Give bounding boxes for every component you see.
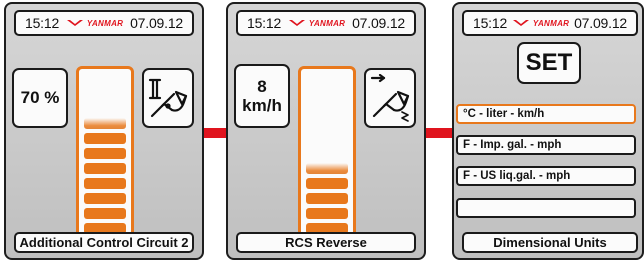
status-bar: 15:12 YANMAR 07.09.12 bbox=[236, 10, 416, 36]
brand-logo: YANMAR bbox=[288, 18, 345, 28]
clock-time: 15:12 bbox=[25, 15, 60, 31]
unit-option-imperial[interactable]: F - Imp. gal. - mph bbox=[456, 135, 636, 155]
gauge-segment bbox=[306, 178, 348, 189]
display-panel-dimensional-units: 15:12 YANMAR 07.09.12 SET °C - liter - k… bbox=[452, 2, 644, 260]
gauge-segment bbox=[84, 178, 126, 189]
status-bar: 15:12 YANMAR 07.09.12 bbox=[462, 10, 638, 36]
gauge-segment bbox=[84, 118, 126, 129]
clock-time: 15:12 bbox=[247, 15, 282, 31]
level-gauge bbox=[76, 66, 134, 252]
yanmar-wing-icon bbox=[66, 20, 83, 26]
level-gauge bbox=[298, 66, 356, 252]
percent-value: 70 % bbox=[20, 88, 60, 107]
speed-unit: km/h bbox=[242, 96, 282, 115]
gauge-segment bbox=[84, 208, 126, 219]
function-label: RCS Reverse bbox=[236, 232, 416, 253]
brand-logo: YANMAR bbox=[512, 18, 569, 28]
brand-logo: YANMAR bbox=[66, 18, 123, 28]
additional-circuit-2-icon bbox=[148, 78, 188, 118]
gauge-segment bbox=[84, 133, 126, 144]
date: 07.09.12 bbox=[130, 15, 183, 31]
speed-value-box: 8 km/h bbox=[234, 64, 290, 128]
function-label: Dimensional Units bbox=[462, 232, 638, 253]
date: 07.09.12 bbox=[352, 15, 405, 31]
gauge-segment bbox=[84, 148, 126, 159]
clock-time: 15:12 bbox=[473, 15, 508, 31]
yanmar-wing-icon bbox=[288, 20, 305, 26]
status-bar: 15:12 YANMAR 07.09.12 bbox=[14, 10, 194, 36]
connector-line bbox=[204, 128, 226, 138]
function-icon-box bbox=[142, 68, 194, 128]
set-button[interactable]: SET bbox=[517, 42, 581, 84]
percent-value-box: 70 % bbox=[12, 68, 68, 128]
display-panel-rcs-reverse: 15:12 YANMAR 07.09.12 8 km/h RCS Reverse bbox=[226, 2, 426, 260]
gauge-segment bbox=[306, 208, 348, 219]
gauge-segment bbox=[84, 163, 126, 174]
gauge-segment bbox=[306, 163, 348, 174]
date: 07.09.12 bbox=[574, 15, 627, 31]
display-panel-additional-circuit: 15:12 YANMAR 07.09.12 70 % Additional Co… bbox=[4, 2, 204, 260]
gauge-segment bbox=[84, 193, 126, 204]
rcs-reverse-icon bbox=[370, 74, 410, 122]
function-label: Additional Control Circuit 2 bbox=[14, 232, 194, 253]
speed-value: 8 bbox=[257, 77, 267, 96]
unit-option-us[interactable]: F - US liq.gal. - mph bbox=[456, 166, 636, 186]
function-icon-box bbox=[364, 68, 416, 128]
gauge-segment bbox=[306, 193, 348, 204]
unit-option-empty[interactable] bbox=[456, 198, 636, 218]
unit-option-metric[interactable]: °C - liter - km/h bbox=[456, 104, 636, 124]
yanmar-wing-icon bbox=[512, 20, 529, 26]
